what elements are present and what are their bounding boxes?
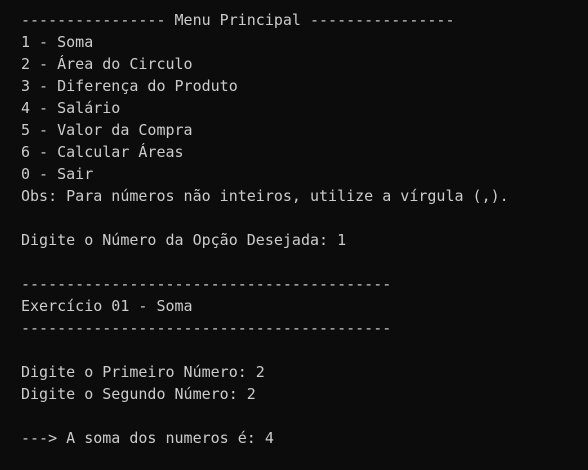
menu-option-valor-compra: 5 - Valor da Compra: [21, 121, 193, 139]
menu-header: ---------------- Menu Principal --------…: [21, 11, 455, 29]
menu-option-soma: 1 - Soma: [21, 33, 94, 51]
section-divider: ----------------------------------------…: [21, 319, 392, 337]
sum-result: ---> A soma dos numeros é: 4: [21, 429, 274, 447]
console-output[interactable]: ---------------- Menu Principal --------…: [0, 0, 588, 470]
exercise-title: Exercício 01 - Soma: [21, 297, 193, 315]
menu-option-calcular-areas: 6 - Calcular Áreas: [21, 143, 184, 161]
option-prompt: Digite o Número da Opção Desejada: 1: [21, 231, 347, 249]
menu-option-diferenca-produto: 3 - Diferença do Produto: [21, 77, 238, 95]
menu-option-salario: 4 - Salário: [21, 99, 121, 117]
first-number-prompt: Digite o Primeiro Número: 2: [21, 363, 265, 381]
menu-note: Obs: Para números não inteiros, utilize …: [21, 187, 509, 205]
menu-option-sair: 0 - Sair: [21, 165, 94, 183]
menu-option-area-circulo: 2 - Área do Circulo: [21, 55, 193, 73]
second-number-prompt: Digite o Segundo Número: 2: [21, 385, 256, 403]
section-divider: ----------------------------------------…: [21, 275, 392, 293]
